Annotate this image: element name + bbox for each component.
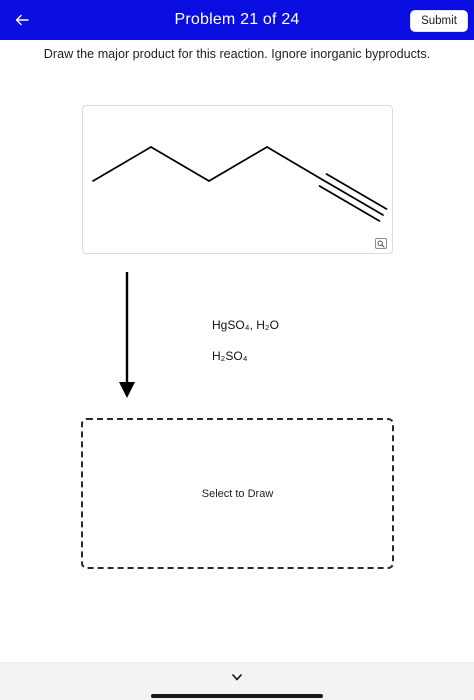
page-title: Problem 21 of 24 [174,11,300,28]
triple-bond-line-3 [318,185,381,222]
reagent-1: HgSO₄, H₂O [212,318,279,332]
home-indicator[interactable] [151,694,323,698]
submit-button[interactable]: Submit [410,10,468,32]
arrow-down-icon [119,272,135,398]
triple-bond-line-2 [325,173,388,210]
starting-material-card [82,105,393,254]
zoom-button[interactable] [375,238,387,249]
top-bar: Problem 21 of 24 Submit [0,0,474,40]
bond-3 [208,146,268,182]
hexyne-structure [92,146,388,222]
select-to-draw-label: Select to Draw [201,487,274,500]
bond-1 [92,146,152,182]
triple-bond-line-1 [322,179,384,216]
reagent-2: H₂SO₄ [212,349,248,363]
bottom-bar [0,662,474,700]
draw-answer-area[interactable]: Select to Draw [81,418,394,569]
question-instruction: Draw the major product for this reaction… [43,47,431,61]
bond-2 [150,146,210,182]
magnifier-icon [377,240,385,248]
chevron-down-icon [232,673,242,680]
collapse-button[interactable] [226,669,248,685]
bond-4 [266,146,324,181]
